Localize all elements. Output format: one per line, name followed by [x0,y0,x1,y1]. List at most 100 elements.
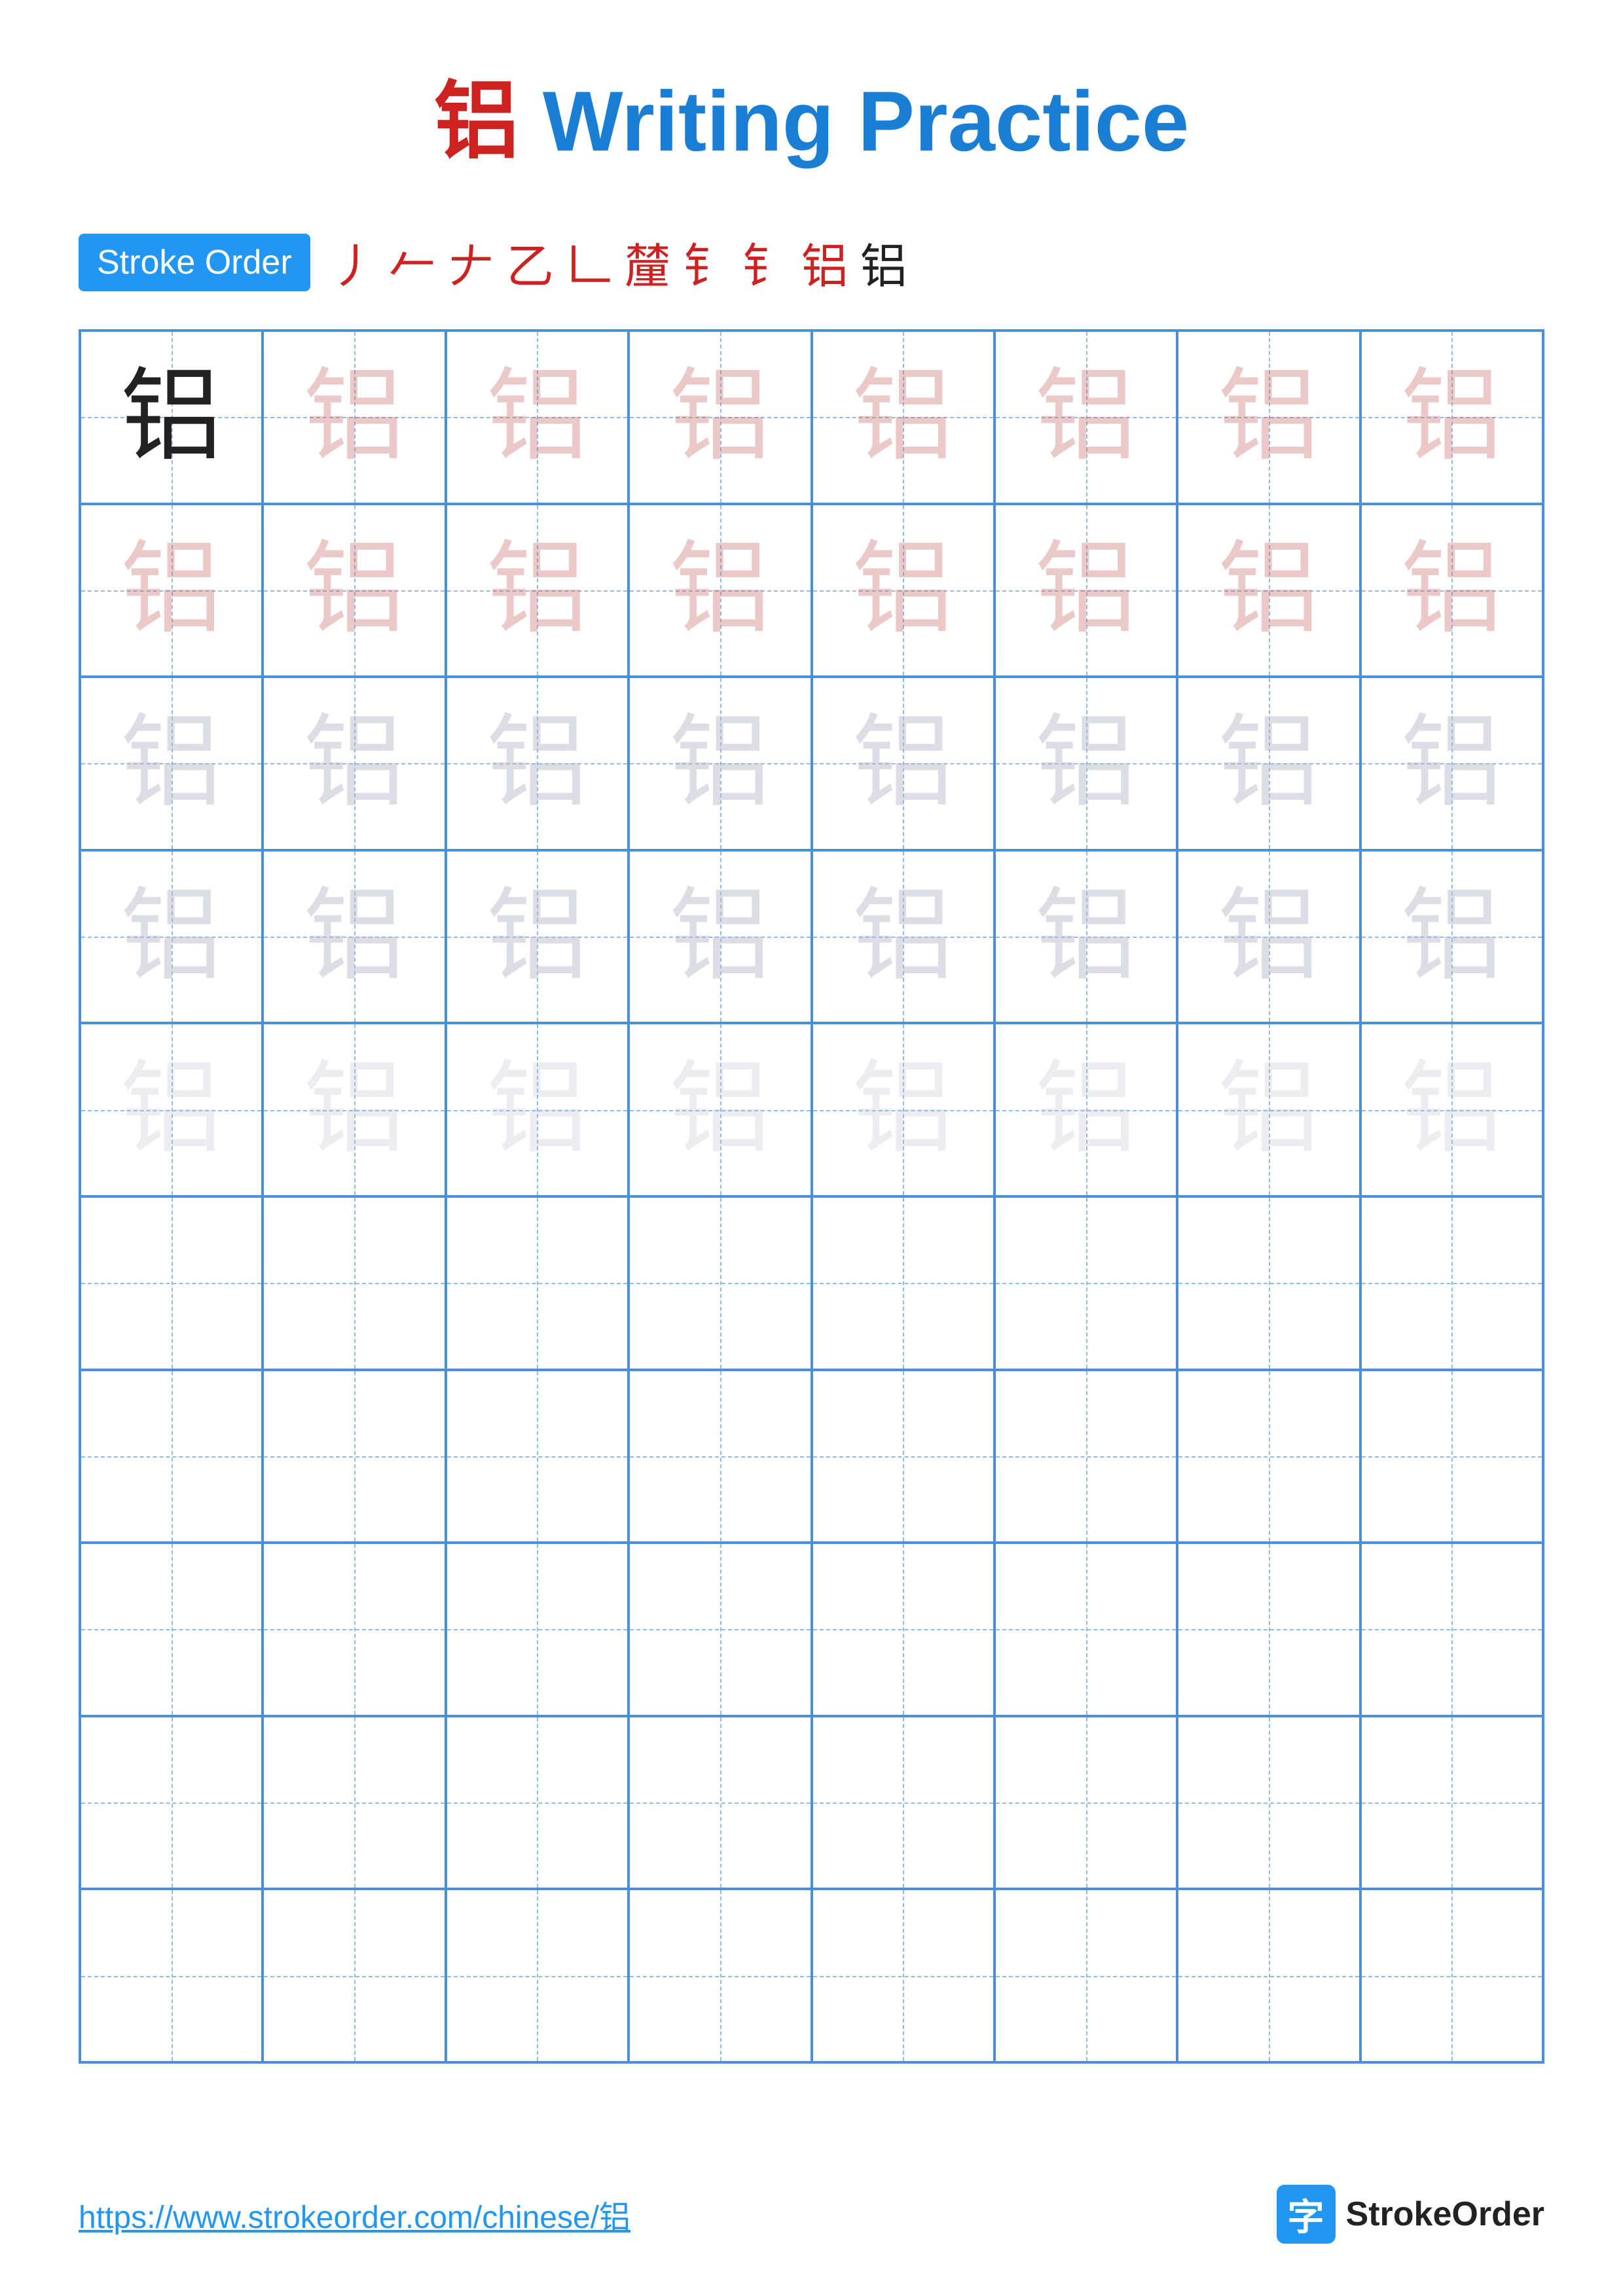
grid-cell-3-2[interactable]: 铝 [263,677,445,850]
grid-cell-1-7[interactable]: 铝 [1177,331,1360,504]
char-display: 铝 [120,367,222,468]
grid-cell-3-1[interactable]: 铝 [80,677,263,850]
grid-cell-7-6[interactable] [994,1370,1177,1543]
grid-cell-7-8[interactable] [1360,1370,1543,1543]
grid-cell-4-1[interactable]: 铝 [80,850,263,1024]
char-display: 铝 [486,1059,588,1160]
footer: https://www.strokeorder.com/chinese/铝 字 … [79,2185,1544,2244]
grid-cell-8-2[interactable] [263,1543,445,1716]
char-display: 铝 [852,713,954,814]
grid-cell-10-1[interactable] [80,1889,263,2062]
grid-cell-8-6[interactable] [994,1543,1177,1716]
grid-cell-3-3[interactable]: 铝 [446,677,629,850]
char-display: 铝 [304,1059,405,1160]
grid-cell-4-2[interactable]: 铝 [263,850,445,1024]
grid-cell-9-3[interactable] [446,1716,629,1890]
grid-cell-5-1[interactable]: 铝 [80,1023,263,1196]
grid-cell-3-5[interactable]: 铝 [812,677,994,850]
char-display: 铝 [120,1059,222,1160]
grid-cell-4-7[interactable]: 铝 [1177,850,1360,1024]
grid-cell-6-5[interactable] [812,1196,994,1370]
stroke-4: 乙 [507,228,554,296]
grid-cell-10-8[interactable] [1360,1889,1543,2062]
grid-cell-2-4[interactable]: 铝 [629,504,811,677]
stroke-10: 铝 [860,228,907,296]
grid-cell-7-2[interactable] [263,1370,445,1543]
char-display: 铝 [852,1059,954,1160]
grid-cell-1-5[interactable]: 铝 [812,331,994,504]
grid-cell-9-1[interactable] [80,1716,263,1890]
grid-cell-6-6[interactable] [994,1196,1177,1370]
char-display: 铝 [120,886,222,988]
grid-cell-5-3[interactable]: 铝 [446,1023,629,1196]
stroke-order-row: Stroke Order 丿 𠂉 𠂇 乙 𠃊 𨤳 钅 钅 铝 铝 [79,228,1544,296]
grid-cell-10-2[interactable] [263,1889,445,2062]
grid-cell-2-1[interactable]: 铝 [80,504,263,677]
grid-cell-5-6[interactable]: 铝 [994,1023,1177,1196]
grid-cell-10-4[interactable] [629,1889,811,2062]
grid-cell-1-1[interactable]: 铝 [80,331,263,504]
grid-cell-3-8[interactable]: 铝 [1360,677,1543,850]
grid-cell-8-8[interactable] [1360,1543,1543,1716]
grid-cell-8-5[interactable] [812,1543,994,1716]
char-display: 铝 [304,539,405,641]
grid-cell-8-3[interactable] [446,1543,629,1716]
title-text: Writing Practice [519,73,1189,169]
title-chinese-char: 铝 [434,73,519,169]
grid-cell-4-6[interactable]: 铝 [994,850,1177,1024]
grid-cell-1-4[interactable]: 铝 [629,331,811,504]
grid-cell-2-8[interactable]: 铝 [1360,504,1543,677]
grid-cell-5-8[interactable]: 铝 [1360,1023,1543,1196]
char-display: 铝 [1218,539,1319,641]
grid-cell-9-6[interactable] [994,1716,1177,1890]
char-display: 铝 [304,713,405,814]
grid-cell-10-7[interactable] [1177,1889,1360,2062]
grid-cell-2-6[interactable]: 铝 [994,504,1177,677]
grid-cell-10-6[interactable] [994,1889,1177,2062]
grid-cell-8-1[interactable] [80,1543,263,1716]
grid-cell-6-4[interactable] [629,1196,811,1370]
grid-cell-7-3[interactable] [446,1370,629,1543]
grid-cell-7-4[interactable] [629,1370,811,1543]
char-display: 铝 [669,1059,771,1160]
grid-cell-10-3[interactable] [446,1889,629,2062]
grid-cell-9-2[interactable] [263,1716,445,1890]
grid-cell-5-2[interactable]: 铝 [263,1023,445,1196]
grid-cell-6-1[interactable] [80,1196,263,1370]
grid-cell-3-6[interactable]: 铝 [994,677,1177,850]
grid-cell-4-5[interactable]: 铝 [812,850,994,1024]
grid-cell-7-7[interactable] [1177,1370,1360,1543]
grid-cell-7-5[interactable] [812,1370,994,1543]
grid-cell-6-7[interactable] [1177,1196,1360,1370]
grid-cell-9-8[interactable] [1360,1716,1543,1890]
grid-cell-5-4[interactable]: 铝 [629,1023,811,1196]
grid-cell-3-7[interactable]: 铝 [1177,677,1360,850]
grid-cell-2-7[interactable]: 铝 [1177,504,1360,677]
grid-cell-6-3[interactable] [446,1196,629,1370]
grid-cell-5-7[interactable]: 铝 [1177,1023,1360,1196]
grid-cell-1-8[interactable]: 铝 [1360,331,1543,504]
grid-cell-4-8[interactable]: 铝 [1360,850,1543,1024]
footer-url[interactable]: https://www.strokeorder.com/chinese/铝 [79,2191,630,2237]
char-display: 铝 [486,539,588,641]
grid-cell-6-2[interactable] [263,1196,445,1370]
grid-cell-3-4[interactable]: 铝 [629,677,811,850]
grid-cell-9-5[interactable] [812,1716,994,1890]
grid-cell-4-3[interactable]: 铝 [446,850,629,1024]
grid-cell-2-3[interactable]: 铝 [446,504,629,677]
grid-cell-1-6[interactable]: 铝 [994,331,1177,504]
grid-cell-7-1[interactable] [80,1370,263,1543]
grid-cell-8-7[interactable] [1177,1543,1360,1716]
grid-cell-2-2[interactable]: 铝 [263,504,445,677]
stroke-2: 𠂉 [389,228,436,296]
grid-cell-5-5[interactable]: 铝 [812,1023,994,1196]
grid-cell-9-7[interactable] [1177,1716,1360,1890]
grid-cell-1-3[interactable]: 铝 [446,331,629,504]
grid-cell-2-5[interactable]: 铝 [812,504,994,677]
grid-cell-6-8[interactable] [1360,1196,1543,1370]
grid-cell-10-5[interactable] [812,1889,994,2062]
grid-cell-1-2[interactable]: 铝 [263,331,445,504]
grid-cell-9-4[interactable] [629,1716,811,1890]
grid-cell-4-4[interactable]: 铝 [629,850,811,1024]
grid-cell-8-4[interactable] [629,1543,811,1716]
